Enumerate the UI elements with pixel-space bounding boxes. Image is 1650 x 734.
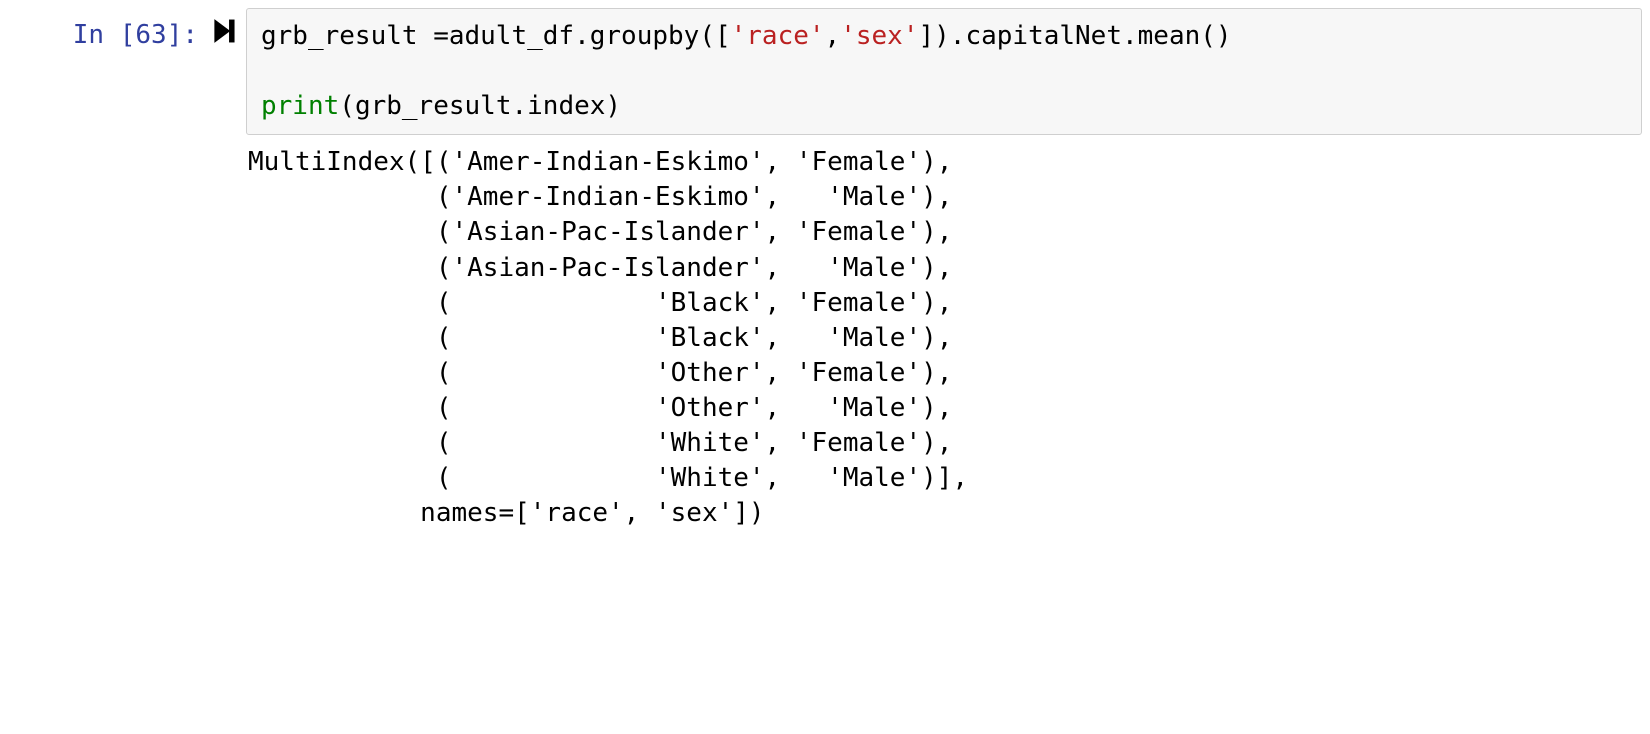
run-icon <box>213 18 235 44</box>
code-token-string: 'race' <box>731 21 825 51</box>
code-input-area[interactable]: grb_result =adult_df.groupby(['race','se… <box>246 8 1642 135</box>
code-token: groupby <box>590 21 700 51</box>
code-token: grb_result <box>355 91 512 121</box>
prompt-prefix: In [ <box>73 20 136 50</box>
code-token: adult_df <box>449 21 574 51</box>
stdout-output: MultiIndex([('Amer-Indian-Eskimo', 'Fema… <box>234 139 1642 531</box>
code-token: = <box>433 21 449 51</box>
code-token: grb_result <box>261 21 433 51</box>
prompt-suffix: ]: <box>167 20 198 50</box>
code-token: . <box>574 21 590 51</box>
code-token-builtin: print <box>261 91 339 121</box>
code-token-string: 'sex' <box>840 21 918 51</box>
code-token: ( <box>339 91 355 121</box>
code-token: . <box>511 91 527 121</box>
code-token: mean <box>1138 21 1201 51</box>
output-row: MultiIndex([('Amer-Indian-Eskimo', 'Fema… <box>8 139 1642 531</box>
code-token: capitalNet <box>965 21 1122 51</box>
run-cell-button[interactable] <box>204 8 246 54</box>
code-token: . <box>950 21 966 51</box>
code-token: () <box>1200 21 1231 51</box>
code-token: ) <box>605 91 621 121</box>
code-token: index <box>527 91 605 121</box>
code-token: , <box>825 21 841 51</box>
input-prompt: In [63]: <box>8 8 204 53</box>
code-token: . <box>1122 21 1138 51</box>
code-token: ]) <box>918 21 949 51</box>
output-spacer <box>8 139 234 531</box>
prompt-exec-count: 63 <box>135 20 166 50</box>
code-cell: In [63]: grb_result =adult_df.groupby(['… <box>8 8 1642 135</box>
code-token: ([ <box>699 21 730 51</box>
